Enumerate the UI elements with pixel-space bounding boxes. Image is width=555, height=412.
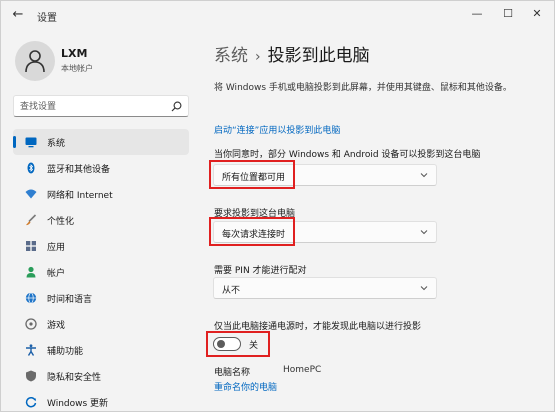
minimize-icon: — (471, 7, 483, 20)
breadcrumb: 系统 › 投影到此电脑 (214, 41, 370, 66)
accessibility-icon (26, 344, 36, 356)
sidebar-item-windows-update[interactable]: Windows 更新 (13, 389, 189, 412)
sidebar-item-system[interactable]: 系统 (13, 129, 189, 155)
sidebar-item-privacy[interactable]: 隐私和安全性 (13, 363, 189, 389)
chevron-down-icon (420, 173, 428, 178)
minimize-button[interactable]: — (465, 5, 489, 23)
maximize-button[interactable]: ☐ (496, 5, 520, 23)
gamepad-icon (25, 318, 37, 330)
back-button[interactable]: ← (9, 7, 27, 23)
bluetooth-icon (27, 162, 35, 174)
sidebar-item-label: 游戏 (47, 320, 66, 331)
sidebar-item-network[interactable]: 网络和 Internet (13, 181, 189, 207)
search-box[interactable] (13, 95, 189, 117)
title-bar: ← 设置 — ☐ ✕ (1, 1, 554, 29)
sidebar-item-accessibility[interactable]: 辅助功能 (13, 337, 189, 363)
globe-icon (25, 292, 37, 304)
search-input[interactable] (20, 99, 170, 114)
window-title: 设置 (37, 13, 57, 24)
sidebar-item-label: 辅助功能 (47, 346, 84, 357)
back-arrow-icon: ← (12, 7, 24, 22)
brush-icon (26, 214, 37, 226)
sidebar-item-gaming[interactable]: 游戏 (13, 311, 189, 337)
account-name: LXM (61, 47, 88, 60)
sidebar-item-label: 系统 (47, 138, 66, 149)
sidebar-item-apps[interactable]: 应用 (13, 233, 189, 259)
search-icon (171, 101, 182, 112)
sidebar-item-label: 帐户 (47, 268, 66, 279)
sidebar-item-label: 隐私和安全性 (47, 372, 102, 383)
account-type: 本地帐户 (61, 64, 93, 73)
sidebar-nav: 系统 蓝牙和其他设备 网络和 Internet 个性化 应用 帐户 时间和语言 … (13, 129, 189, 412)
breadcrumb-separator: › (255, 49, 261, 65)
rename-pc-link[interactable]: 重命名你的电脑 (214, 380, 277, 393)
wifi-icon (25, 189, 37, 199)
connect-app-link[interactable]: 启动“连接”应用以投影到此电脑 (214, 123, 340, 136)
sidebar-item-label: 应用 (47, 242, 66, 253)
breadcrumb-parent[interactable]: 系统 (214, 46, 248, 66)
sidebar-item-label: 时间和语言 (47, 294, 93, 305)
person-icon (26, 266, 36, 278)
pin-label: 需要 PIN 才能进行配对 (214, 266, 307, 276)
maximize-icon: ☐ (503, 7, 513, 20)
page-title: 投影到此电脑 (267, 46, 370, 66)
monitor-icon (25, 137, 37, 148)
sidebar-item-personalization[interactable]: 个性化 (13, 207, 189, 233)
highlight-box (209, 217, 295, 246)
sidebar-item-label: 个性化 (47, 216, 75, 227)
chevron-down-icon (420, 230, 428, 235)
availability-label: 当你同意时，部分 Windows 和 Android 设备可以投影到这台电脑 (214, 150, 481, 160)
sidebar-item-bluetooth[interactable]: 蓝牙和其他设备 (13, 155, 189, 181)
sidebar-item-label: 网络和 Internet (47, 190, 113, 201)
highlight-box (206, 331, 270, 357)
update-icon (25, 396, 37, 408)
sidebar-item-label: Windows 更新 (47, 398, 109, 409)
pin-value: 从不 (222, 286, 241, 296)
sidebar-item-time-language[interactable]: 时间和语言 (13, 285, 189, 311)
pin-dropdown[interactable]: 从不 (213, 277, 437, 299)
chevron-down-icon (420, 286, 428, 291)
pc-name-label: 电脑名称 (214, 368, 251, 378)
page-description: 将 Windows 手机或电脑投影到此屏幕，并使用其键盘、鼠标和其他设备。 (214, 83, 512, 93)
avatar[interactable] (15, 41, 55, 81)
sidebar-item-accounts[interactable]: 帐户 (13, 259, 189, 285)
person-icon (25, 50, 45, 73)
shield-icon (26, 370, 36, 382)
close-icon: ✕ (532, 7, 542, 20)
sidebar-item-label: 蓝牙和其他设备 (47, 164, 111, 175)
pc-name-value: HomePC (283, 365, 322, 375)
apps-icon (26, 241, 36, 251)
highlight-box (209, 160, 295, 189)
close-button[interactable]: ✕ (525, 5, 549, 23)
